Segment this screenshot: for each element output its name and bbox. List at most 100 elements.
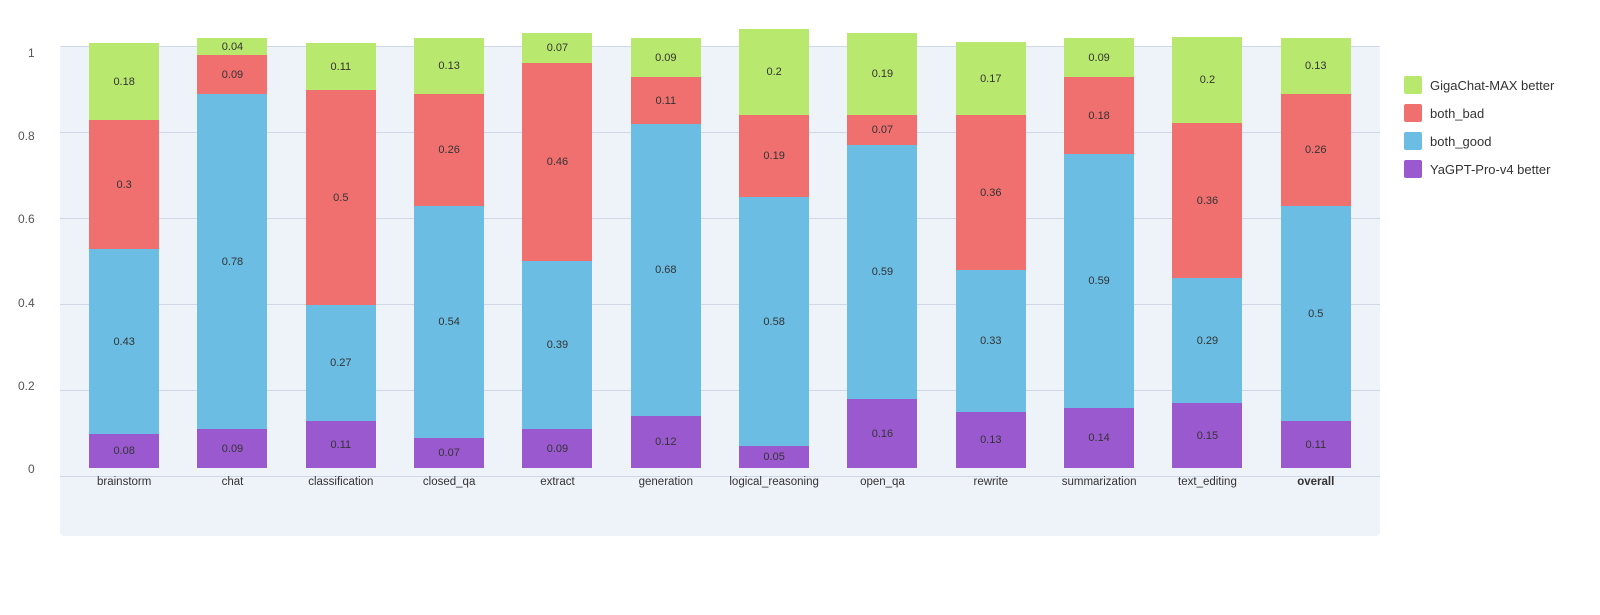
bar-label-brainstorm: brainstorm — [97, 476, 151, 488]
y-label-02: 0.2 — [18, 379, 35, 393]
segment-purple-brainstorm: 0.08 — [89, 434, 159, 468]
segment-red-brainstorm: 0.3 — [89, 120, 159, 249]
bar-stack-overall: 0.110.50.260.13 — [1281, 38, 1351, 468]
bar-group-classification: 0.110.270.50.11 classification — [287, 43, 395, 488]
segment-blue-closed_qa: 0.54 — [414, 206, 484, 438]
y-label-08: 0.8 — [18, 129, 35, 143]
legend-label: both_bad — [1430, 106, 1484, 121]
segment-purple-open_qa: 0.16 — [847, 399, 917, 468]
segment-green-closed_qa: 0.13 — [414, 38, 484, 94]
bars-row: 0.080.430.30.18brainstorm0.090.780.090.0… — [60, 58, 1380, 488]
bar-stack-text_editing: 0.150.290.360.2 — [1172, 37, 1242, 468]
segment-green-rewrite: 0.17 — [956, 42, 1026, 115]
bar-label-generation: generation — [639, 476, 693, 488]
legend-item-both_good: both_good — [1404, 132, 1554, 150]
legend-color-swatch — [1404, 160, 1422, 178]
bar-stack-generation: 0.120.680.110.09 — [631, 38, 701, 468]
bar-stack-classification: 0.110.270.50.11 — [306, 43, 376, 468]
bar-group-logical_reasoning: 0.050.580.190.2 logical_reasoning — [720, 29, 828, 488]
segment-red-summarization: 0.18 — [1064, 77, 1134, 154]
legend-item-yagpt-pro-v4-better: YaGPT-Pro-v4 better — [1404, 160, 1554, 178]
segment-blue-text_editing: 0.29 — [1172, 278, 1242, 403]
y-axis: 1 0.8 0.6 0.4 0.2 0 — [18, 46, 35, 476]
segment-blue-overall: 0.5 — [1281, 206, 1351, 421]
bar-label-closed_qa: closed_qa — [423, 476, 475, 488]
segment-red-chat: 0.09 — [197, 55, 267, 94]
segment-green-classification: 0.11 — [306, 43, 376, 90]
bar-group-overall: 0.110.50.260.13 overall — [1262, 38, 1370, 488]
segment-blue-summarization: 0.59 — [1064, 154, 1134, 408]
segment-green-text_editing: 0.2 — [1172, 37, 1242, 123]
segment-green-open_qa: 0.19 — [847, 33, 917, 115]
legend-label: YaGPT-Pro-v4 better — [1430, 162, 1550, 177]
segment-green-generation: 0.09 — [631, 38, 701, 77]
plot-wrapper: 1 0.8 0.6 0.4 0.2 0 0.080.430.30.18brain… — [60, 46, 1380, 536]
bar-stack-rewrite: 0.130.330.360.17 — [956, 42, 1026, 468]
bar-group-open_qa: 0.160.590.070.19 open_qa — [828, 33, 936, 488]
bar-label-chat: chat — [222, 476, 244, 488]
chart-area: 1 0.8 0.6 0.4 0.2 0 0.080.430.30.18brain… — [0, 46, 1600, 536]
segment-purple-text_editing: 0.15 — [1172, 403, 1242, 468]
legend-item-both_bad: both_bad — [1404, 104, 1554, 122]
bar-stack-summarization: 0.140.590.180.09 — [1064, 38, 1134, 468]
segment-green-overall: 0.13 — [1281, 38, 1351, 94]
segment-blue-logical_reasoning: 0.58 — [739, 197, 809, 446]
segment-blue-generation: 0.68 — [631, 124, 701, 416]
segment-green-chat: 0.04 — [197, 38, 267, 55]
segment-purple-generation: 0.12 — [631, 416, 701, 468]
y-label-04: 0.4 — [18, 296, 35, 310]
y-label-06: 0.6 — [18, 212, 35, 226]
legend-color-swatch — [1404, 76, 1422, 94]
bar-label-classification: classification — [308, 476, 373, 488]
bar-label-logical_reasoning: logical_reasoning — [729, 476, 819, 488]
segment-blue-rewrite: 0.33 — [956, 270, 1026, 412]
segment-blue-brainstorm: 0.43 — [89, 249, 159, 434]
segment-red-overall: 0.26 — [1281, 94, 1351, 206]
bar-group-closed_qa: 0.070.540.260.13 closed_qa — [395, 38, 503, 488]
bar-group-summarization: 0.140.590.180.09 summarization — [1045, 38, 1153, 488]
segment-purple-closed_qa: 0.07 — [414, 438, 484, 468]
segment-purple-overall: 0.11 — [1281, 421, 1351, 468]
segment-purple-logical_reasoning: 0.05 — [739, 446, 809, 468]
segment-green-summarization: 0.09 — [1064, 38, 1134, 77]
legend-item-gigachat-max-better: GigaChat-MAX better — [1404, 76, 1554, 94]
legend: GigaChat-MAX better both_bad both_good YaGP… — [1404, 76, 1554, 178]
segment-purple-summarization: 0.14 — [1064, 408, 1134, 468]
segment-purple-classification: 0.11 — [306, 421, 376, 468]
legend-color-swatch — [1404, 104, 1422, 122]
segment-red-logical_reasoning: 0.19 — [739, 115, 809, 197]
bar-stack-closed_qa: 0.070.540.260.13 — [414, 38, 484, 468]
segment-green-logical_reasoning: 0.2 — [739, 29, 809, 115]
bar-group-chat: 0.090.780.090.04chat — [178, 38, 286, 488]
segment-red-closed_qa: 0.26 — [414, 94, 484, 206]
bar-label-extract: extract — [540, 476, 575, 488]
segment-purple-chat: 0.09 — [197, 429, 267, 468]
bar-group-text_editing: 0.150.290.360.2 text_editing — [1153, 37, 1261, 488]
bar-group-generation: 0.120.680.110.09 generation — [612, 38, 720, 488]
legend-label: GigaChat-MAX better — [1430, 78, 1554, 93]
legend-label: both_good — [1430, 134, 1491, 149]
bar-stack-brainstorm: 0.080.430.30.18 — [89, 43, 159, 468]
bar-stack-extract: 0.090.390.460.07 — [522, 33, 592, 468]
segment-blue-classification: 0.27 — [306, 305, 376, 421]
segment-red-text_editing: 0.36 — [1172, 123, 1242, 278]
bar-label-open_qa: open_qa — [860, 476, 905, 488]
segment-red-extract: 0.46 — [522, 63, 592, 261]
y-label-1: 1 — [28, 46, 35, 60]
y-label-0: 0 — [28, 462, 35, 476]
bar-stack-chat: 0.090.780.090.04 — [197, 38, 267, 468]
segment-purple-extract: 0.09 — [522, 429, 592, 468]
segment-blue-extract: 0.39 — [522, 261, 592, 429]
bar-stack-open_qa: 0.160.590.070.19 — [847, 33, 917, 468]
bar-label-overall: overall — [1297, 476, 1334, 488]
bar-stack-logical_reasoning: 0.050.580.190.2 — [739, 29, 809, 468]
bar-group-extract: 0.090.390.460.07 extract — [503, 33, 611, 488]
segment-green-extract: 0.07 — [522, 33, 592, 63]
bar-label-rewrite: rewrite — [974, 476, 1009, 488]
segment-red-generation: 0.11 — [631, 77, 701, 124]
bar-label-summarization: summarization — [1062, 476, 1137, 488]
segment-blue-chat: 0.78 — [197, 94, 267, 429]
segment-purple-rewrite: 0.13 — [956, 412, 1026, 468]
segment-red-rewrite: 0.36 — [956, 115, 1026, 270]
bar-label-text_editing: text_editing — [1178, 476, 1237, 488]
